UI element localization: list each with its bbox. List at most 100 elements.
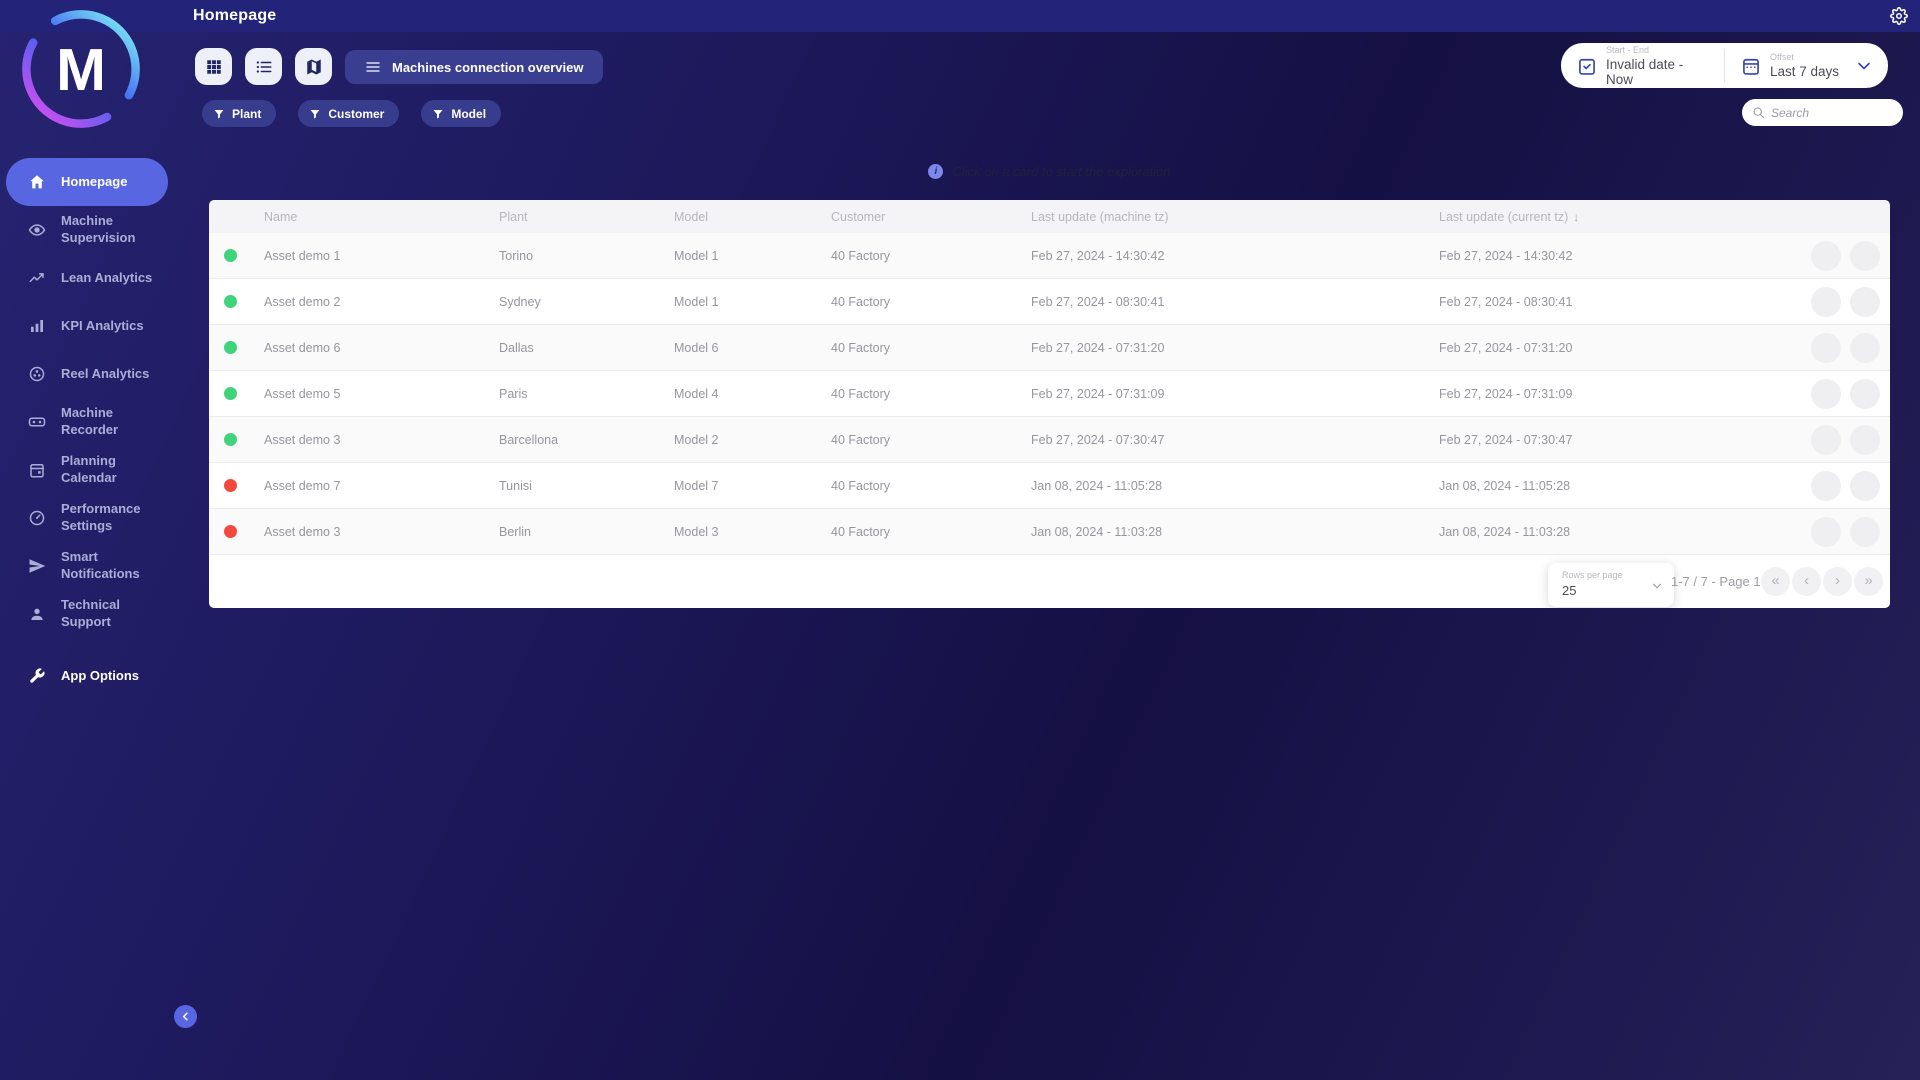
sidebar-item-technical-support[interactable]: Technical Support — [6, 590, 168, 638]
cell-customer: 40 Factory — [818, 249, 1018, 263]
send-icon — [28, 557, 46, 575]
table-row[interactable]: Asset demo 6 Dallas Model 6 40 Factory F… — [209, 325, 1890, 371]
table-row[interactable]: Asset demo 3 Barcellona Model 2 40 Facto… — [209, 417, 1890, 463]
previous-page-button[interactable]: ‹ — [1792, 567, 1821, 596]
last-page-button[interactable]: » — [1854, 567, 1883, 596]
page-title: Homepage — [193, 7, 276, 25]
cell-model: Model 7 — [661, 479, 818, 493]
offset-label: Offset — [1770, 52, 1839, 62]
open-machine-button[interactable] — [1811, 287, 1841, 317]
grid-icon — [205, 58, 223, 76]
cell-name: Asset demo 5 — [251, 387, 486, 401]
open-machine-button[interactable] — [1811, 333, 1841, 363]
cell-customer: 40 Factory — [818, 341, 1018, 355]
list-view-button[interactable] — [245, 48, 282, 85]
next-page-button[interactable]: › — [1823, 567, 1852, 596]
pagination-bar: Rows per page 25 1-7 / 7 - Page 1 of 1 «… — [209, 555, 1890, 608]
filter-chip-plant[interactable]: Plant — [202, 100, 276, 127]
bar-chart-icon — [28, 317, 46, 335]
cell-last-update-current: Feb 27, 2024 - 07:30:47 — [1426, 433, 1766, 447]
table-row[interactable]: Asset demo 7 Tunisi Model 7 40 Factory J… — [209, 463, 1890, 509]
filter-funnel-icon — [213, 108, 225, 120]
machine-trend-button[interactable] — [1850, 425, 1880, 455]
table-row[interactable]: Asset demo 5 Paris Model 4 40 Factory Fe… — [209, 371, 1890, 417]
column-header-last-update-machine[interactable]: Last update (machine tz) — [1018, 210, 1426, 224]
open-machine-button[interactable] — [1811, 379, 1841, 409]
sidebar-item-machine-recorder[interactable]: Machine Recorder — [6, 398, 168, 446]
machine-trend-button[interactable] — [1850, 471, 1880, 501]
cell-last-update-machine: Feb 27, 2024 - 07:31:09 — [1018, 387, 1426, 401]
search-input[interactable] — [1771, 106, 1893, 120]
calendar-days-icon — [1741, 56, 1761, 76]
machine-trend-button[interactable] — [1850, 517, 1880, 547]
cell-model: Model 6 — [661, 341, 818, 355]
cell-name: Asset demo 3 — [251, 433, 486, 447]
trend-icon — [1858, 386, 1873, 401]
column-header-last-update-current[interactable]: Last update (current tz) ↓ — [1426, 210, 1766, 224]
machine-trend-button[interactable] — [1850, 333, 1880, 363]
sidebar-item-kpi-analytics[interactable]: KPI Analytics — [6, 302, 168, 350]
calendar-icon — [28, 461, 46, 479]
open-machine-button[interactable] — [1811, 425, 1841, 455]
cell-last-update-machine: Feb 27, 2024 - 07:31:20 — [1018, 341, 1426, 355]
sidebar-collapse-button[interactable] — [174, 1005, 197, 1028]
machine-trend-button[interactable] — [1850, 379, 1880, 409]
logo-letter: M — [56, 36, 106, 103]
rows-per-page-select[interactable]: Rows per page 25 — [1548, 563, 1674, 607]
info-banner-text: Click on a card to start the exploration — [952, 164, 1170, 179]
open-machine-button[interactable] — [1811, 241, 1841, 271]
start-end-field[interactable]: Start - End Invalid date - Now — [1561, 43, 1724, 88]
sidebar-item-planning-calendar[interactable]: Planning Calendar — [6, 446, 168, 494]
trend-icon — [1858, 294, 1873, 309]
external-link-icon — [1819, 432, 1834, 447]
column-header-model[interactable]: Model — [661, 210, 818, 224]
cell-name: Asset demo 7 — [251, 479, 486, 493]
cell-plant: Berlin — [486, 525, 661, 539]
first-page-button[interactable]: « — [1761, 567, 1790, 596]
map-view-button[interactable] — [295, 48, 332, 85]
cell-customer: 40 Factory — [818, 295, 1018, 309]
sidebar-item-lean-analytics[interactable]: Lean Analytics — [6, 254, 168, 302]
trend-icon — [1858, 248, 1873, 263]
status-dot-offline — [224, 525, 237, 538]
trend-icon — [1858, 478, 1873, 493]
machine-trend-button[interactable] — [1850, 287, 1880, 317]
filter-chip-customer[interactable]: Customer — [298, 100, 399, 127]
column-header-plant[interactable]: Plant — [486, 210, 661, 224]
cell-last-update-current: Feb 27, 2024 - 14:30:42 — [1426, 249, 1766, 263]
sidebar-item-homepage[interactable]: Homepage — [6, 158, 168, 206]
wrench-icon — [28, 667, 46, 685]
sidebar-item-app-options[interactable]: App Options — [6, 652, 168, 700]
sidebar-item-performance-settings[interactable]: Performance Settings — [6, 494, 168, 542]
sidebar-item-machine-supervision[interactable]: Machine Supervision — [6, 206, 168, 254]
date-range-picker: Start - End Invalid date - Now Offset La… — [1561, 43, 1888, 88]
table-row[interactable]: Asset demo 3 Berlin Model 3 40 Factory J… — [209, 509, 1890, 555]
settings-gear-icon[interactable] — [1890, 7, 1908, 25]
open-machine-button[interactable] — [1811, 517, 1841, 547]
cell-last-update-machine: Feb 27, 2024 - 07:30:47 — [1018, 433, 1426, 447]
trend-icon — [1858, 432, 1873, 447]
open-machine-button[interactable] — [1811, 471, 1841, 501]
cell-customer: 40 Factory — [818, 433, 1018, 447]
cell-plant: Tunisi — [486, 479, 661, 493]
sidebar-item-reel-analytics[interactable]: Reel Analytics — [6, 350, 168, 398]
cell-model: Model 1 — [661, 249, 818, 263]
status-dot-online — [224, 249, 237, 262]
offset-field[interactable]: Offset Last 7 days — [1725, 43, 1888, 88]
machines-connection-overview-button[interactable]: Machines connection overview — [345, 50, 603, 84]
table-row[interactable]: Asset demo 2 Sydney Model 1 40 Factory F… — [209, 279, 1890, 325]
table-row[interactable]: Asset demo 1 Torino Model 1 40 Factory F… — [209, 233, 1890, 279]
cell-last-update-current: Feb 27, 2024 - 07:31:09 — [1426, 387, 1766, 401]
eye-icon — [28, 221, 46, 239]
map-icon — [305, 58, 323, 76]
sidebar-item-smart-notifications[interactable]: Smart Notifications — [6, 542, 168, 590]
search-icon — [1752, 106, 1765, 119]
column-header-name[interactable]: Name — [251, 210, 486, 224]
grid-view-button[interactable] — [195, 48, 232, 85]
filter-chip-model[interactable]: Model — [421, 100, 501, 127]
machine-trend-button[interactable] — [1850, 241, 1880, 271]
status-dot-online — [224, 295, 237, 308]
column-header-customer[interactable]: Customer — [818, 210, 1018, 224]
support-icon — [28, 605, 46, 623]
external-link-icon — [1819, 340, 1834, 355]
